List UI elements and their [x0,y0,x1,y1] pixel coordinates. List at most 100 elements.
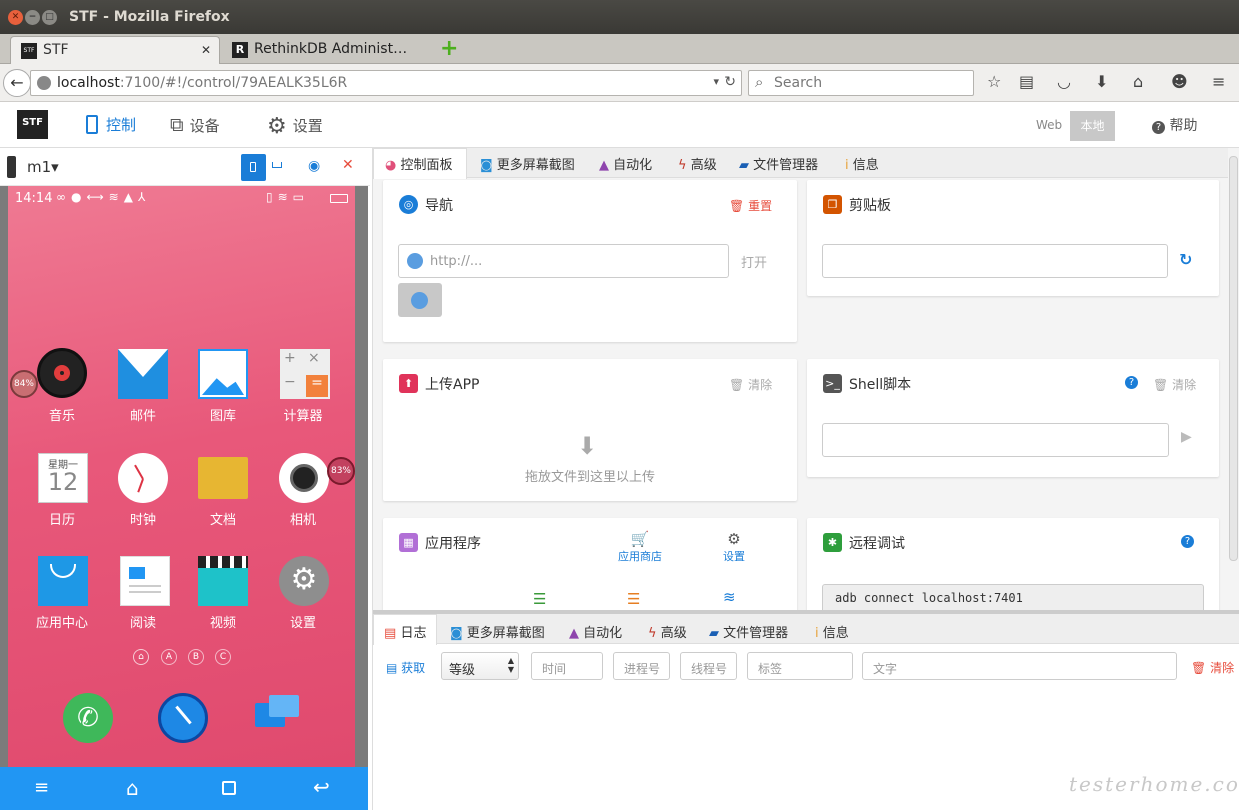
log-tab-info[interactable]: i 信息 [815,622,849,641]
browser-tab-stf[interactable]: STF STF ✕ [10,36,220,64]
reload-icon[interactable]: ↻ [724,74,736,90]
tab-info[interactable]: i 信息 [845,154,879,173]
url-input[interactable]: http://... [398,244,729,278]
phone-dock-icon[interactable]: ✆ [63,693,113,743]
calculator-icon[interactable]: + × − = [280,349,330,399]
question-icon: ? [1152,121,1165,134]
level-select[interactable]: 等级 ▲ ▼ [441,652,519,680]
help-link[interactable]: ? 帮助 [1152,115,1197,135]
maximize-window-button[interactable]: □ [42,10,57,25]
tid-filter[interactable]: 线程号 [680,652,737,680]
home-key-icon[interactable]: ⌂ [126,776,139,800]
app-store-button[interactable]: 🛒 应用商店 [609,530,671,564]
chat-icon[interactable]: ☻ [1171,72,1188,91]
download-icon[interactable]: ⬇ [1095,72,1108,91]
play-icon[interactable]: ▶ [1181,429,1192,445]
pocket-icon[interactable]: ◡ [1057,72,1071,91]
page-dot-b[interactable]: B [188,649,204,665]
mode-local-button[interactable]: 本地 [1070,111,1115,141]
pid-filter[interactable]: 进程号 [613,652,670,680]
mode-web-button[interactable]: Web [1036,118,1062,132]
calendar-icon[interactable]: 星期一 12 [38,453,88,503]
stf-logo[interactable]: STF [17,110,48,139]
tab-dashboard-label[interactable]: ◕ 控制面板 [385,154,453,173]
appstore-icon[interactable] [38,556,88,606]
stf-favicon: STF [21,43,37,59]
clock-icon[interactable] [118,453,168,503]
page-dot-a[interactable]: A [161,649,177,665]
tab-advanced[interactable]: ϟ 高级 [678,154,717,173]
mail-icon[interactable] [118,349,168,399]
portrait-button[interactable] [241,154,266,181]
app-switch-key-icon[interactable] [222,781,236,795]
reset-button[interactable]: 🗑 重置 [729,197,772,214]
back-key-icon[interactable]: ↩ [313,775,330,799]
back-button[interactable]: ← [3,69,31,97]
browser-dock-icon[interactable] [158,693,208,743]
list-icon[interactable]: ☰ [627,590,640,608]
shell-input[interactable] [822,423,1169,457]
close-device-icon[interactable]: ✕ [342,157,354,173]
clear-logs-button[interactable]: 🗑 清除 [1191,659,1234,676]
menu-icon[interactable]: ≡ [1212,72,1225,91]
home-page-dot[interactable]: ⌂ [133,649,149,665]
tab-screenshots[interactable]: ◙ 更多屏幕截图 [480,154,575,173]
device-screen[interactable]: 14:14 ∞●⟷≋▲⅄ ▯≋▭ + × − = 音乐 邮件 图库 计算器 星期… [8,186,355,768]
home-icon[interactable]: ⌂ [1133,72,1143,91]
browser-tab-rethinkdb[interactable]: R RethinkDB Administ… [222,36,430,64]
refresh-icon[interactable]: ↻ [1179,250,1192,269]
sliders-icon[interactable]: ☰ [533,590,546,608]
shell-clear-button[interactable]: 🗑 清除 [1153,376,1196,393]
nav-devices[interactable]: ⧉ 设备 [170,114,220,136]
nav-settings[interactable]: ⚙ 设置 [267,114,323,139]
remote-help-icon[interactable]: ? [1181,535,1194,548]
text-filter[interactable]: 文字 [862,652,1177,680]
new-tab-icon[interactable]: + [440,36,458,61]
search-field[interactable]: ⌕ Search [748,70,974,96]
camera-icon[interactable] [279,453,329,503]
url-bar[interactable]: localhost:7100/#!/control/79AEALK35L6R ▾… [30,70,742,96]
app-label-calculator: 计算器 [283,409,323,424]
gear-icon: ⚙ [727,530,741,548]
video-icon[interactable] [198,556,248,606]
trash-icon: 🗑 [729,378,745,392]
fetch-logs-button[interactable]: ▤ 获取 [386,659,425,676]
device-name-dropdown[interactable]: m1▾ [27,158,59,176]
page-dot-c[interactable]: C [215,649,231,665]
close-window-button[interactable]: ✕ [8,10,23,25]
music-icon[interactable] [37,348,87,398]
trash-icon: 🗑 [1191,661,1207,675]
panel-scrollbar[interactable] [1229,156,1238,561]
settings-icon[interactable]: ⚙ [279,556,329,606]
dropdown-icon[interactable]: ▾ [713,75,719,88]
wifi-icon[interactable]: ≋ [723,588,736,606]
shell-help-icon[interactable]: ? [1125,376,1138,389]
landscape-button[interactable] [272,162,282,168]
tab-automation[interactable]: ▲ 自动化 [599,154,652,173]
upload-clear-button[interactable]: 🗑 清除 [729,376,772,393]
tab-log-label[interactable]: ▤ 日志 [384,622,426,641]
nav-control[interactable]: 控制 [86,114,136,135]
reader-icon[interactable] [120,556,170,606]
open-button[interactable]: 打开 [741,252,767,271]
eye-icon[interactable]: ◉ [308,158,320,174]
close-tab-icon[interactable]: ✕ [201,37,211,63]
menu-key-icon[interactable]: ≡ [34,777,49,798]
minimize-window-button[interactable]: − [25,10,40,25]
app-label-mail: 邮件 [129,409,156,424]
log-tab-file-manager[interactable]: ▰ 文件管理器 [709,622,788,641]
gallery-icon[interactable] [198,349,248,399]
reading-list-icon[interactable]: ▤ [1019,72,1034,91]
messages-dock-icon[interactable] [253,693,303,743]
app-settings-button[interactable]: ⚙ 设置 [713,530,755,564]
log-tab-advanced[interactable]: ϟ 高级 [648,622,687,641]
bookmark-star-icon[interactable]: ☆ [987,72,1001,91]
log-tab-screenshots[interactable]: ◙ 更多屏幕截图 [450,622,545,641]
time-filter[interactable]: 时间 [531,652,603,680]
browser-button[interactable] [398,283,442,317]
folder-icon[interactable] [198,457,248,499]
tab-file-manager[interactable]: ▰ 文件管理器 [739,154,818,173]
log-tab-automation[interactable]: ▲ 自动化 [569,622,622,641]
clipboard-input[interactable] [822,244,1168,278]
tag-filter[interactable]: 标签 [747,652,853,680]
